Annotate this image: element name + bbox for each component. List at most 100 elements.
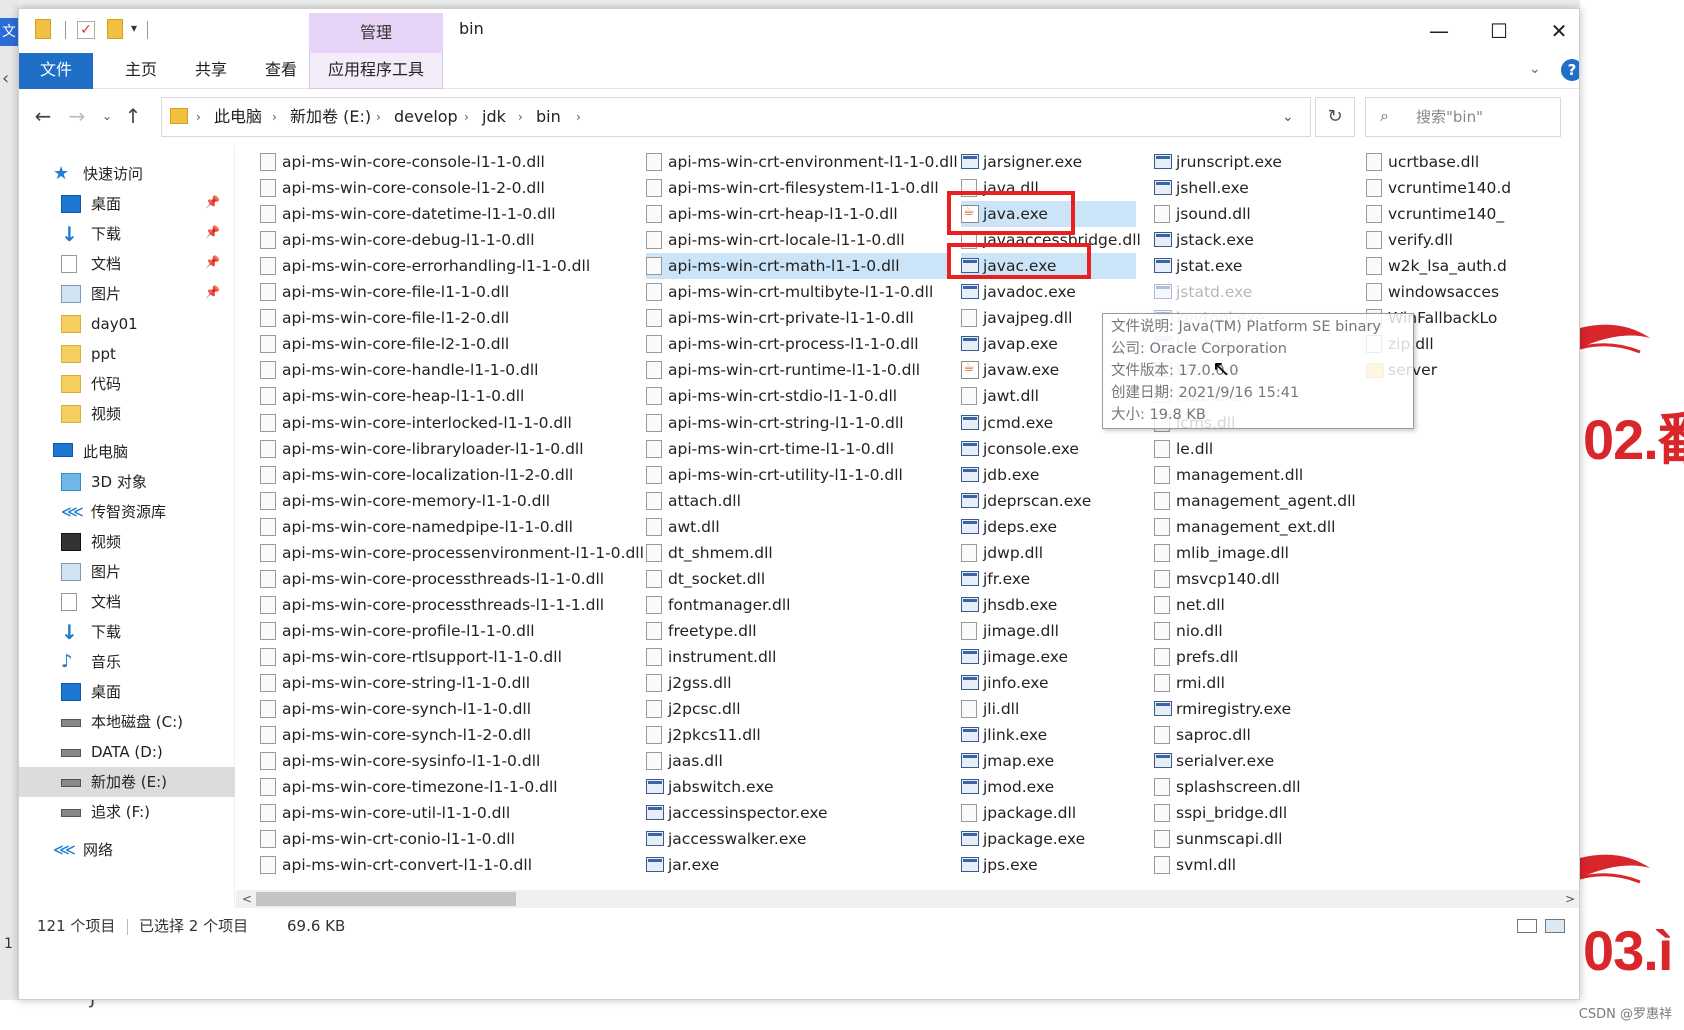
sidebar-item[interactable]: 代码 <box>19 369 235 399</box>
file-item[interactable]: jaccesswalker.exe <box>646 826 951 852</box>
refresh-icon[interactable]: ↻ <box>1315 97 1355 137</box>
file-item[interactable]: api-ms-win-core-synch-l1-1-0.dll <box>260 696 640 722</box>
file-item[interactable]: rmi.dll <box>1154 670 1359 696</box>
tab-file[interactable]: 文件 <box>19 53 93 89</box>
file-item[interactable]: api-ms-win-crt-time-l1-1-0.dll <box>646 436 951 462</box>
file-item[interactable]: jconsole.exe <box>961 436 1136 462</box>
sidebar-item[interactable]: day01 <box>19 309 235 339</box>
details-view-icon[interactable] <box>1517 919 1537 933</box>
file-item[interactable]: api-ms-win-core-memory-l1-1-0.dll <box>260 488 640 514</box>
horizontal-scrollbar[interactable]: < > <box>236 890 1579 908</box>
file-item[interactable]: api-ms-win-core-datetime-l1-1-0.dll <box>260 201 640 227</box>
address-bar[interactable]: › 此电脑 › 新加卷 (E:) › develop › jdk › bin ›… <box>161 97 1311 137</box>
file-item[interactable]: api-ms-win-core-sysinfo-l1-1-0.dll <box>260 748 640 774</box>
sidebar-item[interactable]: 新加卷 (E:) <box>19 767 235 797</box>
sidebar-item[interactable]: 追求 (F:) <box>19 797 235 827</box>
pin-icon[interactable]: 📌 <box>205 285 220 299</box>
file-item[interactable]: api-ms-win-crt-heap-l1-1-0.dll <box>646 201 951 227</box>
file-item[interactable]: fontmanager.dll <box>646 592 951 618</box>
file-item[interactable]: jmap.exe <box>961 748 1136 774</box>
file-item[interactable]: jpackage.exe <box>961 826 1136 852</box>
file-item[interactable]: api-ms-win-core-string-l1-1-0.dll <box>260 670 640 696</box>
file-item[interactable]: dt_socket.dll <box>646 566 951 592</box>
file-item[interactable]: api-ms-win-crt-runtime-l1-1-0.dll <box>646 357 951 383</box>
file-item[interactable]: api-ms-win-crt-environment-l1-1-0.dll <box>646 149 958 175</box>
file-item[interactable]: api-ms-win-crt-multibyte-l1-1-0.dll <box>646 279 951 305</box>
file-item[interactable]: api-ms-win-core-handle-l1-1-0.dll <box>260 357 640 383</box>
file-item[interactable]: dt_shmem.dll <box>646 540 951 566</box>
breadcrumb-bin[interactable]: bin <box>536 98 561 136</box>
file-item[interactable]: api-ms-win-crt-utility-l1-1-0.dll <box>646 462 951 488</box>
file-item[interactable]: j2gss.dll <box>646 670 951 696</box>
file-item[interactable]: management.dll <box>1154 462 1359 488</box>
file-item[interactable]: api-ms-win-core-debug-l1-1-0.dll <box>260 227 640 253</box>
properties-check-icon[interactable]: ✓ <box>77 21 95 39</box>
file-item[interactable]: j2pkcs11.dll <box>646 722 951 748</box>
file-item[interactable]: jar.exe <box>646 852 951 878</box>
file-item[interactable]: jps.exe <box>961 852 1136 878</box>
close-button[interactable]: ✕ <box>1529 15 1579 47</box>
file-item[interactable]: api-ms-win-core-rtlsupport-l1-1-0.dll <box>260 644 640 670</box>
sidebar-item[interactable]: 文档 <box>19 587 235 617</box>
file-item[interactable]: vcruntime140_ <box>1366 201 1579 227</box>
help-icon[interactable]: ? <box>1561 59 1579 81</box>
file-item[interactable]: jstatd.exe <box>1154 279 1359 305</box>
file-item[interactable]: api-ms-win-core-errorhandling-l1-1-0.dll <box>260 253 640 279</box>
file-item[interactable]: api-ms-win-core-processthreads-l1-1-1.dl… <box>260 592 640 618</box>
sidebar-item[interactable]: 此电脑 <box>19 437 235 467</box>
file-item[interactable]: api-ms-win-core-util-l1-1-0.dll <box>260 800 640 826</box>
sidebar-item[interactable]: 文档 📌 <box>19 249 235 279</box>
breadcrumb-separator-icon[interactable]: › <box>272 98 277 136</box>
manage-contextual-tab[interactable]: 管理 <box>309 13 443 53</box>
tab-view[interactable]: 查看 <box>251 53 311 89</box>
customize-toolbar-dropdown-icon[interactable]: ▾ <box>131 21 137 35</box>
file-item[interactable]: api-ms-win-core-console-l1-2-0.dll <box>260 175 640 201</box>
file-item[interactable]: sspi_bridge.dll <box>1154 800 1359 826</box>
file-item[interactable]: verify.dll <box>1366 227 1579 253</box>
sidebar-item[interactable]: ↓ 下载 <box>19 617 235 647</box>
file-item[interactable]: api-ms-win-core-heap-l1-1-0.dll <box>260 383 640 409</box>
sidebar-item[interactable]: ⋘ 网络 <box>19 835 235 865</box>
file-item[interactable]: api-ms-win-core-file-l1-2-0.dll <box>260 305 640 331</box>
file-item[interactable]: rmiregistry.exe <box>1154 696 1359 722</box>
file-item[interactable]: awt.dll <box>646 514 951 540</box>
forward-arrow-icon[interactable]: → <box>63 101 91 131</box>
file-item[interactable]: api-ms-win-core-file-l2-1-0.dll <box>260 331 640 357</box>
tab-application-tools[interactable]: 应用程序工具 <box>309 53 443 89</box>
sidebar-item[interactable]: ♪ 音乐 <box>19 647 235 677</box>
file-item[interactable]: jstack.exe <box>1154 227 1359 253</box>
folder-icon[interactable] <box>35 19 51 39</box>
file-item[interactable]: api-ms-win-crt-filesystem-l1-1-0.dll <box>646 175 951 201</box>
file-item[interactable]: api-ms-win-core-synch-l1-2-0.dll <box>260 722 640 748</box>
file-item[interactable]: api-ms-win-core-processenvironment-l1-1-… <box>260 540 644 566</box>
file-item[interactable]: svml.dll <box>1154 852 1359 878</box>
file-item[interactable]: jaas.dll <box>646 748 951 774</box>
file-item[interactable]: jstat.exe <box>1154 253 1359 279</box>
file-item[interactable]: vcruntime140.d <box>1366 175 1579 201</box>
sidebar-item[interactable]: ⋘ 传智资源库 <box>19 497 235 527</box>
file-item[interactable]: attach.dll <box>646 488 951 514</box>
file-item[interactable]: windowsacces <box>1366 279 1579 305</box>
file-item[interactable]: jrunscript.exe <box>1154 149 1359 175</box>
file-item[interactable]: api-ms-win-core-console-l1-1-0.dll <box>260 149 640 175</box>
sidebar-item[interactable]: DATA (D:) <box>19 737 235 767</box>
file-item[interactable]: splashscreen.dll <box>1154 774 1359 800</box>
file-item[interactable]: api-ms-win-crt-stdio-l1-1-0.dll <box>646 383 951 409</box>
pin-icon[interactable]: 📌 <box>205 255 220 269</box>
scrollbar-thumb[interactable] <box>256 892 516 906</box>
file-item[interactable]: prefs.dll <box>1154 644 1359 670</box>
search-input[interactable]: ⌕ 搜索"bin" <box>1365 97 1561 137</box>
scroll-right-arrow-icon[interactable]: > <box>1565 890 1575 908</box>
file-item[interactable]: jdeps.exe <box>961 514 1136 540</box>
file-item[interactable]: api-ms-win-core-localization-l1-2-0.dll <box>260 462 640 488</box>
sidebar-item[interactable]: 视频 <box>19 399 235 429</box>
file-item[interactable]: saproc.dll <box>1154 722 1359 748</box>
breadcrumb-separator-icon[interactable]: › <box>518 98 523 136</box>
file-item[interactable]: jimage.dll <box>961 618 1136 644</box>
sidebar-item[interactable]: 3D 对象 <box>19 467 235 497</box>
file-item[interactable]: mlib_image.dll <box>1154 540 1359 566</box>
pin-icon[interactable]: 📌 <box>205 225 220 239</box>
file-item[interactable]: jdwp.dll <box>961 540 1136 566</box>
file-item[interactable]: jdb.exe <box>961 462 1136 488</box>
breadcrumb-this-pc[interactable]: 此电脑 <box>214 98 262 136</box>
